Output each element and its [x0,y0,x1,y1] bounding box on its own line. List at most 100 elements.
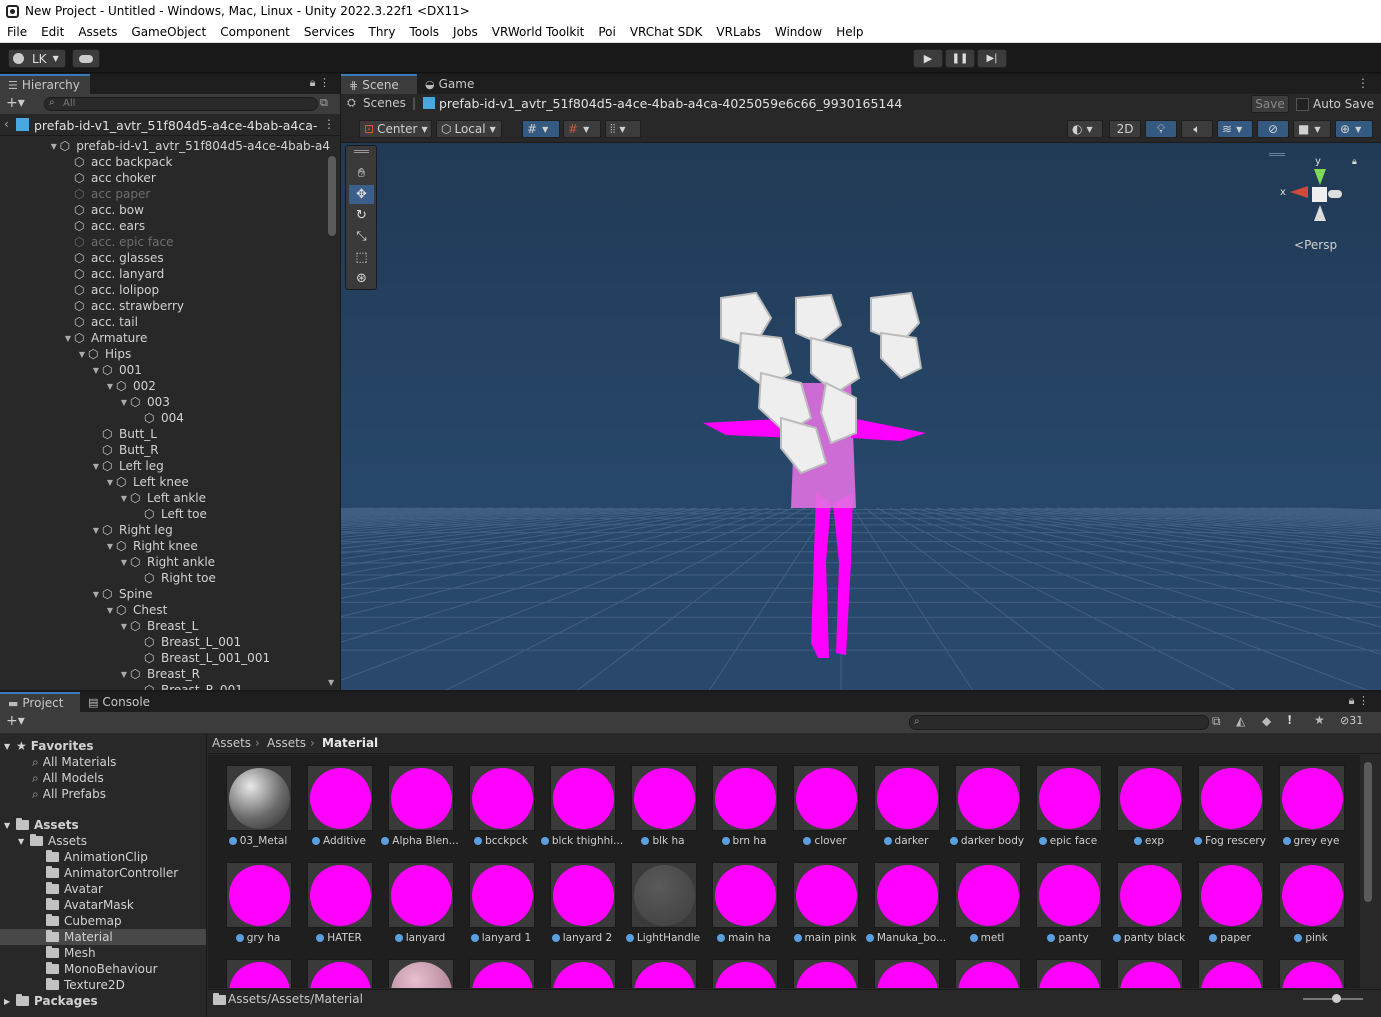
hierarchy-row[interactable]: ▼ ⬡ Left leg [0,458,330,474]
expand-arrow-icon[interactable]: ▼ [76,350,88,359]
expand-arrow-icon[interactable]: ▼ [90,366,102,375]
2d-toggle[interactable]: 2D [1109,120,1141,138]
hierarchy-row[interactable]: ⬡ acc. tail [0,314,330,330]
material-asset[interactable]: epic face [1020,765,1102,861]
material-asset[interactable] [291,959,373,988]
hierarchy-row[interactable]: ▼ ⬡ Chest [0,602,330,618]
material-asset[interactable]: lanyard [372,862,454,958]
expand-arrow-icon[interactable]: ▼ [118,494,130,503]
scale-tool-button[interactable]: ⤡ [349,227,374,246]
tab-game[interactable]: ◒ Game [417,74,487,94]
packages-header[interactable]: ▶ Packages [4,993,98,1009]
menu-item-gameobject[interactable]: GameObject [124,25,213,39]
warning-icon[interactable]: ❗︎ [1288,713,1291,728]
zoom-slider-thumb[interactable] [1332,994,1341,1003]
hierarchy-row[interactable]: ⬡ Left toe [0,506,330,522]
menu-item-vrchat-sdk[interactable]: VRChat SDK [623,25,710,39]
expand-arrow-icon[interactable]: ▼ [62,334,74,343]
autosave-checkbox[interactable] [1296,98,1309,111]
tab-hierarchy[interactable]: ☰ Hierarchy [0,74,90,94]
hierarchy-row[interactable]: ▼ ⬡ Right leg [0,522,330,538]
material-asset[interactable]: Manuka_bo... [858,862,946,958]
hierarchy-row[interactable]: ⬡ acc. lolipop [0,282,330,298]
tab-project[interactable]: ▬ Project [0,692,80,712]
expand-arrow-icon[interactable]: ▼ [118,558,130,567]
material-asset[interactable]: pink [1263,862,1345,958]
hierarchy-row[interactable]: ▼ ⬡ Breast_L [0,618,330,634]
hierarchy-row[interactable]: ▼ ⬡ Left knee [0,474,330,490]
increment-snap[interactable]: ⦙⦙ ▼ [605,120,641,138]
pivot-dropdown[interactable]: ⊡ Center ▼ [359,120,432,138]
material-asset[interactable] [1020,959,1102,988]
breadcrumb-assets-2[interactable]: Assets [267,736,306,750]
material-asset[interactable]: bcckpck [453,765,535,861]
menu-item-jobs[interactable]: Jobs [446,25,485,39]
gizmos-dropdown[interactable]: ⊕ ▼ [1335,120,1373,138]
move-tool-button[interactable]: ✥ [349,185,374,204]
palette-handle[interactable] [354,150,369,153]
folder-item[interactable]: Material [0,929,206,945]
tab-console[interactable]: ▤ Console [80,692,160,712]
material-asset[interactable]: exp [1101,765,1183,861]
material-asset[interactable] [696,959,778,988]
draw-mode-dropdown[interactable]: ◐ ▼ [1067,120,1103,138]
hierarchy-row[interactable]: ▼ ⬡ Breast_R [0,666,330,682]
material-asset[interactable]: darker [858,765,940,861]
material-asset[interactable]: lanyard 2 [534,862,616,958]
material-asset[interactable]: clover [777,765,859,861]
camera-dropdown[interactable]: ■ ▼ [1293,120,1331,138]
snap-toggle[interactable]: # ▼ [563,120,601,138]
add-icon[interactable]: +▾ [6,95,25,111]
transform-tool-button[interactable]: ⊛ [349,269,374,288]
menu-item-file[interactable]: File [0,25,34,39]
material-asset[interactable]: brn ha [696,765,778,861]
search-by-type-icon[interactable]: ⧉ [1212,714,1221,729]
add-icon[interactable]: +▾ [6,713,25,729]
hierarchy-row[interactable]: ▼ ⬡ Right knee [0,538,330,554]
material-asset[interactable]: metl [939,862,1021,958]
menu-item-services[interactable]: Services [297,25,362,39]
material-asset[interactable] [210,959,292,988]
hierarchy-row[interactable]: ▼ ⬡ Armature [0,330,330,346]
material-asset[interactable] [777,959,859,988]
material-asset[interactable]: blk ha [615,765,697,861]
hand-tool-button[interactable]: ✋︎ [349,164,374,183]
lighting-toggle[interactable]: 💡︎ [1145,120,1177,138]
material-asset[interactable] [1101,959,1183,988]
more-icon[interactable]: ⋮ [323,117,335,131]
menu-item-window[interactable]: Window [768,25,829,39]
expand-arrow-icon[interactable]: ▼ [90,462,102,471]
menu-item-component[interactable]: Component [213,25,297,39]
hierarchy-scrollbar[interactable] [328,156,336,236]
hierarchy-row[interactable]: ⬡ acc. bow [0,202,330,218]
hierarchy-row[interactable]: ⬡ acc backpack [0,154,330,170]
expand-arrow-icon[interactable]: ▼ [104,542,116,551]
tab-scene[interactable]: ⋕ Scene [341,74,417,94]
menu-item-edit[interactable]: Edit [34,25,71,39]
material-asset[interactable] [372,959,454,988]
hierarchy-row[interactable]: ⬡ Breast_L_001_001 [0,650,330,666]
hierarchy-row[interactable]: ⬡ Right toe [0,570,330,586]
expand-arrow-icon[interactable]: ▼ [104,382,116,391]
account-button[interactable]: LK ▼ [8,49,66,68]
favorite-item[interactable]: ⌕ All Materials [32,754,116,770]
hierarchy-row[interactable]: ⬡ acc. strawberry [0,298,330,314]
scenes-label[interactable]: Scenes [363,96,406,110]
menu-item-assets[interactable]: Assets [71,25,124,39]
hierarchy-search-input[interactable]: ⌕ All [44,97,318,111]
assets-sub-folder[interactable]: ▼ Assets [18,833,87,849]
material-asset[interactable]: Alpha Blen... [372,765,459,861]
hierarchy-row[interactable]: ▼ ⬡ Spine [0,586,330,602]
pause-button[interactable]: ❚❚ [945,49,975,68]
material-asset[interactable]: paper [1182,862,1264,958]
scroll-down-icon[interactable]: ▼ [328,678,334,687]
breadcrumb-label[interactable]: prefab-id-v1_avtr_51f804d5-a4ce-4bab-a4c… [34,118,317,133]
rect-tool-button[interactable]: ⬚ [349,248,374,267]
expand-arrow-icon[interactable]: ▼ [90,526,102,535]
hierarchy-row[interactable]: ⬡ acc. lanyard [0,266,330,282]
hierarchy-row[interactable]: ⬡ acc. epic face [0,234,330,250]
persp-label[interactable]: <Persp [1294,238,1337,252]
gizmo-lock-icon[interactable]: 🔒︎ [1352,157,1357,167]
hierarchy-row[interactable]: ⬡ 004 [0,410,330,426]
hierarchy-row[interactable]: ⬡ Breast_L_001 [0,634,330,650]
